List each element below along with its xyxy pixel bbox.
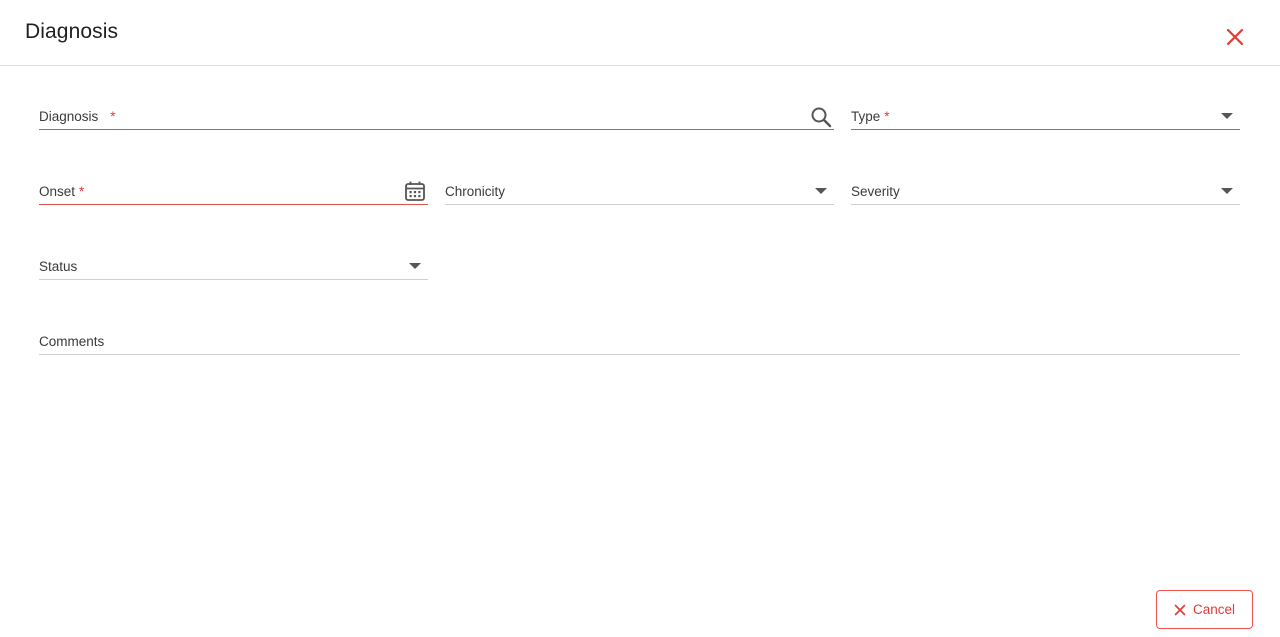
severity-select[interactable]: Severity bbox=[851, 175, 1240, 205]
diagnosis-field[interactable]: Diagnosis * bbox=[39, 100, 834, 130]
chevron-down-icon[interactable] bbox=[1221, 188, 1233, 194]
search-icon[interactable] bbox=[810, 106, 832, 133]
chevron-down-icon[interactable] bbox=[815, 188, 827, 194]
onset-date-field[interactable]: Onset * bbox=[39, 175, 428, 205]
diagnosis-label: Diagnosis * bbox=[39, 109, 116, 124]
close-button[interactable] bbox=[1222, 24, 1248, 50]
type-select[interactable]: Type * bbox=[851, 100, 1240, 130]
dialog-title: Diagnosis bbox=[25, 20, 119, 43]
type-label: Type * bbox=[851, 109, 890, 124]
status-label: Status bbox=[39, 259, 78, 274]
chronicity-label: Chronicity bbox=[445, 184, 506, 199]
onset-label: Onset * bbox=[39, 184, 85, 199]
close-icon bbox=[1226, 28, 1244, 46]
cancel-button[interactable]: Cancel bbox=[1156, 590, 1253, 629]
comments-label: Comments bbox=[39, 334, 105, 349]
chevron-down-icon[interactable] bbox=[409, 263, 421, 269]
chevron-down-icon[interactable] bbox=[1221, 113, 1233, 119]
calendar-icon[interactable] bbox=[404, 180, 426, 207]
close-icon bbox=[1174, 604, 1186, 615]
status-select[interactable]: Status bbox=[39, 250, 428, 280]
cancel-button-label: Cancel bbox=[1192, 602, 1236, 617]
dialog-header: Diagnosis bbox=[0, 0, 1280, 66]
comments-field[interactable]: Comments bbox=[39, 325, 1240, 355]
severity-label: Severity bbox=[851, 184, 900, 199]
chronicity-select[interactable]: Chronicity bbox=[445, 175, 834, 205]
